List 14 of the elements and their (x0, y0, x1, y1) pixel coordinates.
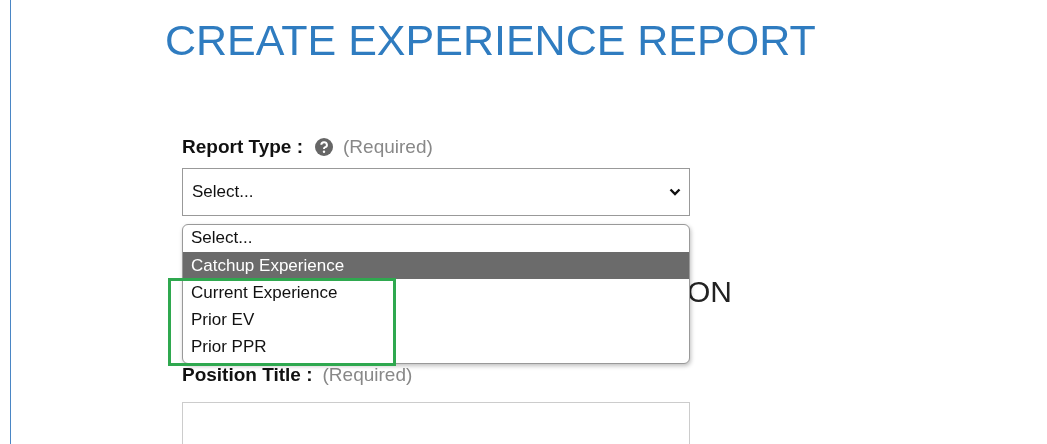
required-hint: (Required) (343, 136, 433, 158)
dropdown-option[interactable]: Current Experience (183, 279, 689, 306)
page-title: CREATE EXPERIENCE REPORT (165, 15, 817, 66)
field-label: Report Type : (182, 136, 304, 158)
help-icon[interactable] (315, 138, 334, 156)
required-hint: (Required) (322, 364, 413, 386)
dropdown-option[interactable]: Catchup Experience (183, 252, 689, 279)
section-heading: ON (687, 275, 732, 308)
report-type-select[interactable]: Select... (182, 168, 690, 216)
dropdown-option[interactable]: Prior EV (183, 306, 689, 333)
dropdown-option[interactable]: Select... (183, 226, 689, 252)
dropdown-option[interactable]: Prior PPR (183, 333, 689, 360)
chevron-down-icon (669, 188, 681, 196)
field-label: Position Title : (182, 364, 313, 386)
